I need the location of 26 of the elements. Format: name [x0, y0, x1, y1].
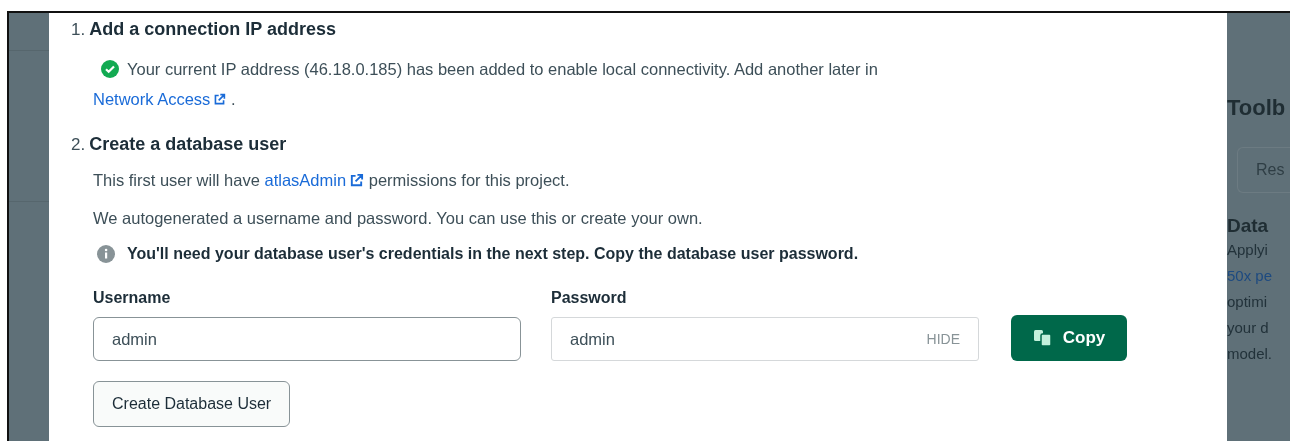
step-title: Add a connection IP address — [89, 19, 336, 40]
network-access-link[interactable]: Network Access — [93, 84, 227, 114]
info-icon — [97, 245, 115, 263]
background-title: Data — [1227, 215, 1270, 237]
field-label: Username — [93, 289, 172, 307]
external-link-icon — [349, 172, 365, 188]
background-text: Applyi — [1227, 240, 1269, 260]
note-text: We autogenerated a username and password. You can use this or create your own. — [93, 208, 704, 229]
check-icon — [101, 60, 119, 78]
username-field[interactable]: admin — [93, 317, 521, 361]
copy-icon — [1032, 329, 1053, 347]
background-text: optimi — [1227, 292, 1268, 312]
external-link-icon — [213, 92, 227, 106]
step-number: 2. — [71, 135, 86, 155]
step-title: Create a database user — [89, 134, 287, 155]
copy-button[interactable]: Copy — [1011, 315, 1127, 361]
background-heading: Toolb — [1227, 95, 1287, 121]
create-user-button[interactable]: Create Database User — [93, 381, 291, 427]
permission-text: This first user will have atlasAdmin permissions for this project. — [93, 165, 1227, 195]
background-text: your d — [1227, 318, 1270, 338]
background-text: model. — [1227, 344, 1274, 364]
password-field[interactable]: admin HIDE — [551, 317, 979, 361]
info-text: You'll need your database user's credentials in the next step. Copy the database user password. — [127, 245, 859, 263]
atlas-admin-link[interactable]: atlasAdmin — [264, 165, 365, 195]
field-label: Password — [551, 289, 628, 307]
step-number: 1. — [71, 20, 86, 40]
